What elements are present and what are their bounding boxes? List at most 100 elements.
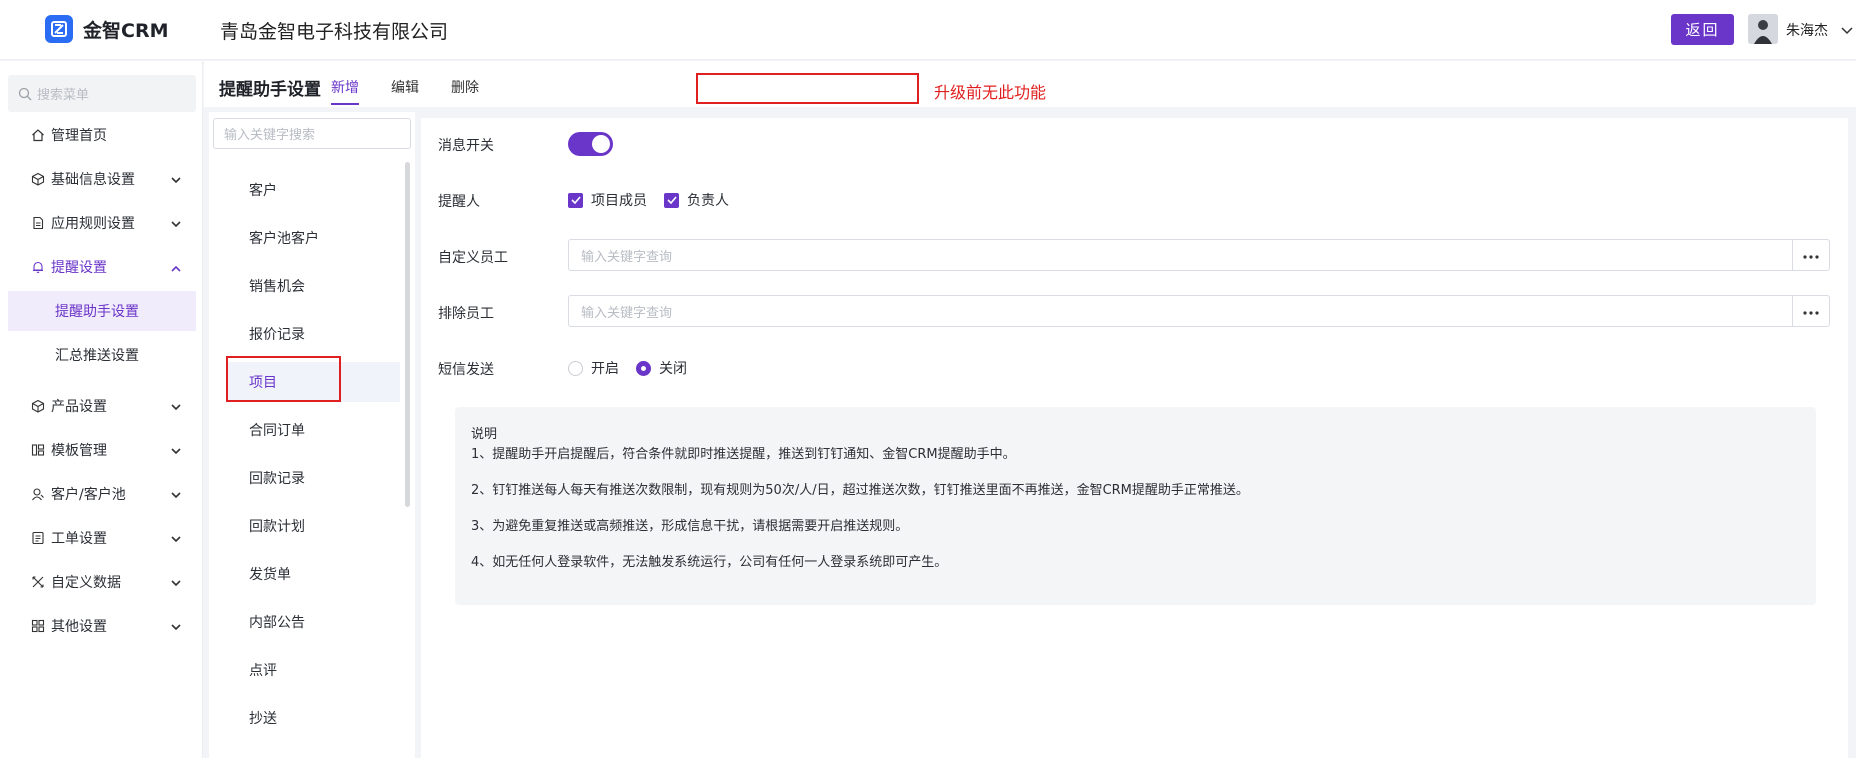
- sidebar-item-label: 管理首页: [51, 128, 107, 144]
- annotation-note: 升级前无此功能: [934, 83, 1047, 102]
- radio-label: 关闭: [659, 361, 687, 377]
- sidebar-item-label: 其他设置: [51, 619, 107, 635]
- toggle-knob: [592, 135, 610, 153]
- description-line: 1、提醒助手开启提醒后，符合条件就即时推送提醒，推送到钉钉通知、金智CRM提醒助…: [471, 447, 1016, 462]
- sidebar-item-custom-data[interactable]: 自定义数据: [0, 562, 203, 602]
- chevron-down-icon: [171, 443, 181, 459]
- radio-sms-off[interactable]: 关闭: [636, 358, 687, 378]
- tab-edit[interactable]: 编辑: [391, 77, 419, 97]
- checkbox-owner[interactable]: 负责人: [664, 190, 729, 210]
- tab-add[interactable]: 新增: [331, 77, 359, 97]
- list-item[interactable]: 抄送: [226, 698, 400, 738]
- sidebar-item-label: 提醒设置: [51, 260, 107, 276]
- checkbox-project-members[interactable]: 项目成员: [568, 190, 647, 210]
- cube-icon: [30, 171, 46, 187]
- user-name[interactable]: 朱海杰: [1786, 20, 1828, 40]
- sms-label: 短信发送: [438, 362, 494, 378]
- app-logo[interactable]: 金智CRM: [45, 15, 168, 43]
- document-icon: [30, 215, 46, 231]
- reminder-label: 提醒人: [438, 194, 480, 210]
- chevron-down-icon: [171, 531, 181, 547]
- msg-switch-toggle[interactable]: [568, 132, 613, 156]
- sidebar-item-basic-info[interactable]: 基础信息设置: [0, 159, 203, 199]
- apps-icon: [30, 618, 46, 634]
- annotation-box: [696, 73, 919, 104]
- radio-circle: [568, 360, 583, 376]
- list-item[interactable]: 发货单: [226, 554, 400, 594]
- search-icon: [18, 87, 32, 100]
- list-item[interactable]: 合同订单: [226, 410, 400, 450]
- sidebar-item-label: 基础信息设置: [51, 172, 135, 188]
- sidebar-item-label: 自定义数据: [51, 575, 121, 591]
- tools-icon: [30, 574, 46, 590]
- msg-switch-label: 消息开关: [438, 138, 494, 154]
- list-item[interactable]: 报价记录: [226, 314, 400, 354]
- sidebar-item-reminder[interactable]: 提醒设置: [0, 247, 203, 287]
- sidebar-item-customer[interactable]: 客户/客户池: [0, 474, 203, 514]
- chevron-down-icon: [171, 399, 181, 415]
- exclude-staff-input[interactable]: 输入关键字查询: [568, 295, 1793, 327]
- bell-icon: [30, 259, 46, 275]
- custom-staff-label: 自定义员工: [438, 250, 508, 266]
- avatar[interactable]: [1748, 14, 1778, 44]
- sidebar-item-ticket[interactable]: 工单设置: [0, 518, 203, 558]
- chevron-down-icon: [171, 619, 181, 635]
- description-line: 3、为避免重复推送或高频推送，形成信息干扰，请根据需要开启推送规则。: [471, 519, 909, 534]
- sidebar-subitem-reminder-assistant[interactable]: 提醒助手设置: [8, 291, 196, 331]
- top-header: 金智CRM 青岛金智电子科技有限公司 返回 朱海杰: [0, 0, 1856, 60]
- sidebar-item-app-rules[interactable]: 应用规则设置: [0, 203, 203, 243]
- exclude-staff-label: 排除员工: [438, 306, 494, 322]
- company-name: 青岛金智电子科技有限公司: [220, 21, 449, 43]
- custom-staff-input[interactable]: 输入关键字查询: [568, 239, 1793, 271]
- chevron-down-icon: [171, 575, 181, 591]
- list-item[interactable]: 客户池客户: [226, 218, 400, 258]
- list-item[interactable]: 回款计划: [226, 506, 400, 546]
- menu-search-input[interactable]: 搜索菜单: [8, 75, 196, 112]
- sidebar-item-label: 模板管理: [51, 443, 107, 459]
- checkbox-label: 项目成员: [591, 193, 647, 209]
- description-line: 2、钉钉推送每人每天有推送次数限制，现有规则为50次/人/日，超过推送次数，钉钉…: [471, 483, 1249, 498]
- sidebar-item-home[interactable]: 管理首页: [0, 115, 203, 155]
- chevron-down-icon[interactable]: [1841, 23, 1853, 39]
- sidebar-item-label: 产品设置: [51, 399, 107, 415]
- list-item[interactable]: 回款记录: [226, 458, 400, 498]
- app-name: 金智CRM: [83, 19, 169, 42]
- module-list-panel: 输入关键字搜索 客户 客户池客户 销售机会 报价记录 项目 合同订单 回款记录 …: [209, 112, 415, 758]
- settings-panel: 消息开关 提醒人 项目成员 负责人 自定义员工 输入关键字查询 排除员工 输入关…: [421, 118, 1848, 758]
- more-icon: [1803, 247, 1819, 263]
- module-search-input[interactable]: 输入关键字搜索: [213, 118, 411, 149]
- list-item[interactable]: 内部公告: [226, 602, 400, 642]
- scrollbar[interactable]: [405, 162, 410, 507]
- radio-circle: [636, 360, 651, 376]
- chevron-down-icon: [171, 487, 181, 503]
- left-sidebar: 搜索菜单 管理首页 基础信息设置 应用规则设置 提醒设置 提醒助手设置 汇总推送…: [0, 61, 203, 758]
- check-icon: [664, 192, 679, 208]
- sidebar-item-template[interactable]: 模板管理: [0, 430, 203, 470]
- tab-delete[interactable]: 删除: [451, 77, 479, 97]
- description-line: 4、如无任何人登录软件，无法触发系统运行，公司有任何一人登录系统即可产生。: [471, 555, 948, 570]
- chevron-down-icon: [171, 216, 181, 232]
- description-box: 说明 1、提醒助手开启提醒后，符合条件就即时推送提醒，推送到钉钉通知、金智CRM…: [455, 407, 1816, 605]
- list-item[interactable]: 点评: [226, 650, 400, 690]
- sidebar-subitem-summary-push[interactable]: 汇总推送设置: [8, 335, 196, 375]
- checkbox-label: 负责人: [687, 193, 729, 209]
- sidebar-item-product[interactable]: 产品设置: [0, 386, 203, 426]
- page-toolbar: 提醒助手设置 新增 编辑 删除 升级前无此功能: [204, 61, 1856, 107]
- exclude-staff-more-button[interactable]: [1792, 295, 1830, 327]
- back-button[interactable]: 返回: [1671, 14, 1734, 45]
- sidebar-item-other[interactable]: 其他设置: [0, 606, 203, 646]
- page-title: 提醒助手设置: [219, 80, 321, 100]
- customer-icon: [30, 486, 46, 502]
- chevron-down-icon: [171, 172, 181, 188]
- sidebar-item-label: 应用规则设置: [51, 216, 135, 232]
- home-icon: [30, 127, 46, 143]
- more-icon: [1803, 303, 1819, 319]
- list-item[interactable]: 销售机会: [226, 266, 400, 306]
- template-icon: [30, 442, 46, 458]
- radio-sms-on[interactable]: 开启: [568, 358, 619, 378]
- radio-label: 开启: [591, 361, 619, 377]
- description-title: 说明: [471, 427, 498, 442]
- chevron-up-icon: [171, 260, 181, 276]
- custom-staff-more-button[interactable]: [1792, 239, 1830, 271]
- list-item[interactable]: 客户: [226, 170, 400, 210]
